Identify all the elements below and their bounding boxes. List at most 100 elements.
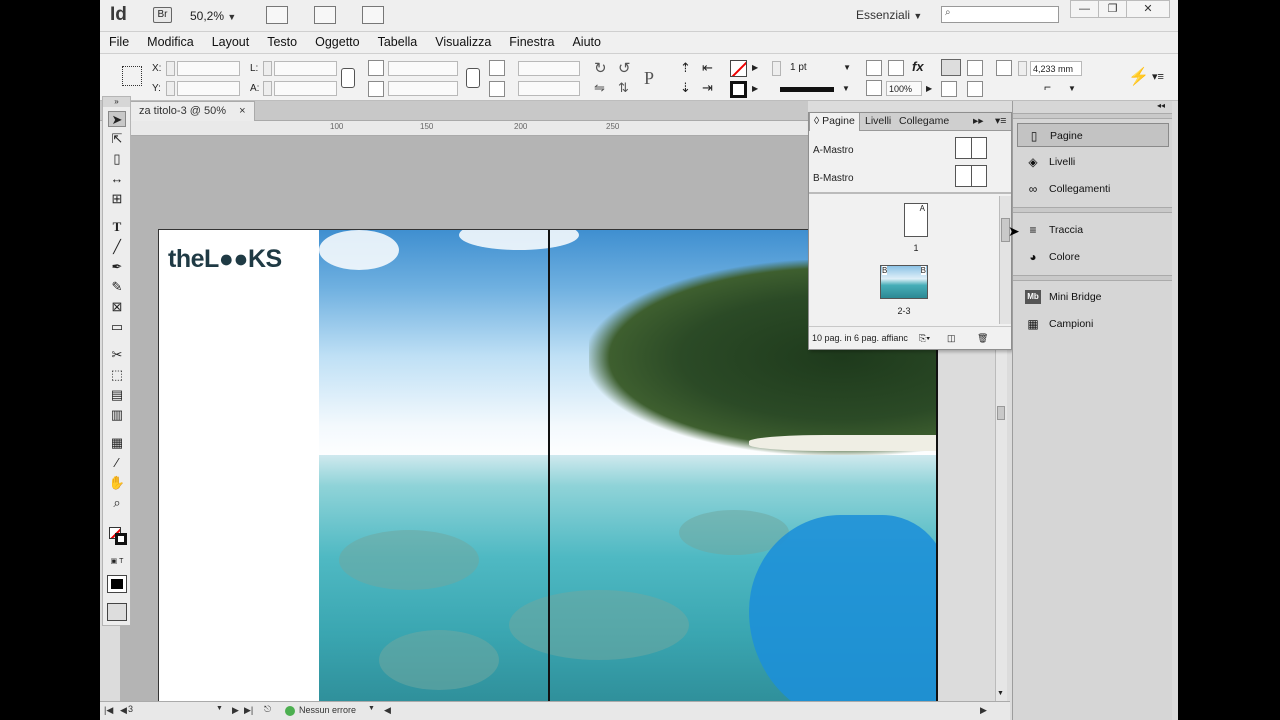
blue-shape[interactable] bbox=[749, 515, 938, 710]
arrange-documents-icon[interactable] bbox=[362, 6, 384, 24]
stroke-weight-stepper[interactable] bbox=[772, 61, 781, 76]
fill-swatch-none-icon[interactable] bbox=[730, 60, 747, 77]
height-field[interactable] bbox=[274, 81, 337, 96]
tab-layers[interactable]: Livelli bbox=[861, 113, 895, 131]
master-a-label[interactable]: A-Mastro bbox=[813, 145, 854, 156]
stroke-weight-dropdown[interactable]: 1 pt ▼ bbox=[784, 61, 854, 76]
scale-y-field[interactable] bbox=[388, 81, 458, 96]
page-tool-icon[interactable]: ▯ bbox=[108, 151, 126, 167]
tab-pages[interactable]: ◊ Pagine bbox=[809, 113, 860, 131]
constrain-scale-icon[interactable] bbox=[466, 68, 480, 88]
text-wrap-bounding-icon[interactable] bbox=[967, 60, 983, 76]
select-content-icon[interactable]: ⇣ bbox=[680, 80, 691, 96]
distribute-icon[interactable] bbox=[967, 81, 983, 97]
dock-item-swatches[interactable]: ▦ Campioni bbox=[1017, 312, 1169, 336]
open-page-icon[interactable]: ⎋ bbox=[264, 704, 271, 715]
drop-shadow-icon[interactable] bbox=[866, 60, 882, 76]
search-input[interactable] bbox=[941, 6, 1059, 23]
menu-type[interactable]: Testo bbox=[267, 32, 297, 53]
panel-group-handle[interactable] bbox=[1013, 275, 1172, 281]
scroll-thumb[interactable] bbox=[997, 406, 1005, 420]
view-options-icon[interactable] bbox=[266, 6, 288, 24]
x-field[interactable] bbox=[177, 61, 240, 76]
quick-apply-icon[interactable]: ⚡ bbox=[1128, 67, 1149, 87]
rotate-cw-icon[interactable]: ↻ bbox=[594, 59, 607, 77]
gradient-swatch-tool-icon[interactable]: ▤ bbox=[108, 387, 126, 403]
scale-x-field[interactable] bbox=[388, 61, 458, 76]
dock-item-layers[interactable]: ◈ Livelli bbox=[1017, 150, 1169, 174]
chevron-down-icon[interactable]: ▼ bbox=[216, 705, 223, 712]
shear-field[interactable] bbox=[518, 81, 580, 96]
reference-point-icon[interactable] bbox=[122, 66, 142, 86]
y-stepper[interactable] bbox=[166, 81, 175, 96]
close-icon[interactable]: × bbox=[239, 105, 245, 117]
fx-icon[interactable]: fx bbox=[912, 59, 924, 74]
new-page-icon[interactable]: ◫ bbox=[947, 327, 956, 349]
free-transform-tool-icon[interactable]: ⬚ bbox=[108, 367, 126, 383]
text-wrap-none-icon[interactable] bbox=[941, 59, 961, 76]
width-field[interactable] bbox=[274, 61, 337, 76]
screen-mode-icon[interactable] bbox=[107, 603, 127, 621]
rotate-field[interactable] bbox=[518, 61, 580, 76]
rectangle-frame-tool-icon[interactable]: ⊠ bbox=[108, 299, 126, 315]
document-tab[interactable]: za titolo-3 @ 50% × bbox=[130, 101, 255, 121]
master-a-thumbnail[interactable] bbox=[955, 137, 987, 159]
gap-stepper[interactable] bbox=[1018, 61, 1027, 76]
select-next-icon[interactable]: ⇥ bbox=[702, 80, 713, 96]
maximize-button[interactable]: ❐ bbox=[1098, 0, 1127, 18]
select-container-icon[interactable]: ⇡ bbox=[680, 60, 691, 76]
menu-edit[interactable]: Modifica bbox=[147, 32, 194, 53]
last-page-icon[interactable]: ▶| bbox=[244, 705, 253, 716]
collapse-dock-icon[interactable]: ◂◂ bbox=[1157, 101, 1165, 110]
preflight-status-text[interactable]: Nessun errore bbox=[299, 705, 356, 715]
y-field[interactable] bbox=[177, 81, 240, 96]
stroke-swatch-icon[interactable] bbox=[730, 81, 747, 98]
tab-links[interactable]: Collegame bbox=[895, 113, 953, 131]
chevron-down-icon[interactable]: ▼ bbox=[997, 690, 1004, 697]
expand-panel-icon[interactable]: ▸▸ bbox=[969, 113, 988, 131]
trash-icon[interactable]: 🗑 bbox=[977, 327, 988, 349]
corner-shape-icon[interactable]: ⌐ bbox=[1044, 80, 1051, 94]
pasteboard[interactable]: theL●●KS bbox=[120, 136, 938, 710]
pages-scrollbar[interactable] bbox=[999, 196, 1011, 324]
x-stepper[interactable] bbox=[166, 61, 175, 76]
gradient-feather-tool-icon[interactable]: ▥ bbox=[108, 407, 126, 423]
scissors-tool-icon[interactable]: ✂ bbox=[108, 347, 126, 363]
formatting-affects-icon[interactable]: ▣ T bbox=[108, 557, 126, 567]
content-collector-icon[interactable]: ⊞ bbox=[108, 191, 126, 207]
dock-item-mini-bridge[interactable]: Mb Mini Bridge bbox=[1017, 285, 1169, 309]
constrain-proportions-icon[interactable] bbox=[341, 68, 355, 88]
stroke-type-preview[interactable] bbox=[780, 87, 834, 92]
zoom-level-dropdown[interactable]: 50,2% ▼ bbox=[190, 9, 236, 23]
first-page-icon[interactable]: |◀ bbox=[104, 705, 113, 716]
pen-tool-icon[interactable]: ✒ bbox=[108, 259, 126, 275]
stroke-color-icon[interactable] bbox=[115, 533, 127, 545]
menu-help[interactable]: Aiuto bbox=[572, 32, 601, 53]
rectangle-tool-icon[interactable]: ▭ bbox=[108, 319, 126, 335]
spread-2-3-thumbnail[interactable]: B B bbox=[880, 265, 928, 299]
page-number-field[interactable]: 3 bbox=[128, 704, 218, 718]
next-page-icon[interactable]: ▶ bbox=[232, 705, 239, 716]
dock-item-stroke[interactable]: ≡ Traccia bbox=[1017, 218, 1169, 242]
gap-field[interactable]: 4,233 mm bbox=[1030, 61, 1082, 76]
direct-selection-tool-icon[interactable]: ⇱ bbox=[108, 131, 126, 147]
menu-window[interactable]: Finestra bbox=[509, 32, 554, 53]
panel-divider[interactable] bbox=[809, 192, 1011, 194]
dock-item-color[interactable]: ◕ Colore bbox=[1017, 245, 1169, 269]
selection-tool-icon[interactable]: ➤ bbox=[108, 111, 126, 127]
type-tool-icon[interactable]: T bbox=[108, 219, 126, 235]
flip-vertical-icon[interactable]: ⇅ bbox=[618, 80, 629, 96]
horizontal-ruler[interactable]: 100 150 200 250 bbox=[120, 121, 808, 136]
bridge-button[interactable]: Br bbox=[153, 7, 172, 23]
scroll-left-icon[interactable]: ◀ bbox=[384, 705, 391, 716]
chevron-down-icon[interactable]: ▼ bbox=[368, 705, 375, 712]
collapse-panel-icon[interactable]: » bbox=[103, 97, 130, 107]
panel-menu-icon[interactable]: ▾≡ bbox=[1152, 70, 1164, 83]
align-frame-icon[interactable] bbox=[941, 81, 957, 97]
previous-page-icon[interactable]: ◀ bbox=[120, 705, 127, 716]
rotate-ccw-icon[interactable]: ↺ bbox=[618, 59, 631, 77]
zoom-tool-icon[interactable]: ⌕ bbox=[108, 495, 126, 511]
note-tool-icon[interactable]: ▦ bbox=[108, 435, 126, 451]
page-1-thumbnail[interactable]: A bbox=[904, 203, 928, 237]
width-stepper[interactable] bbox=[263, 61, 272, 76]
